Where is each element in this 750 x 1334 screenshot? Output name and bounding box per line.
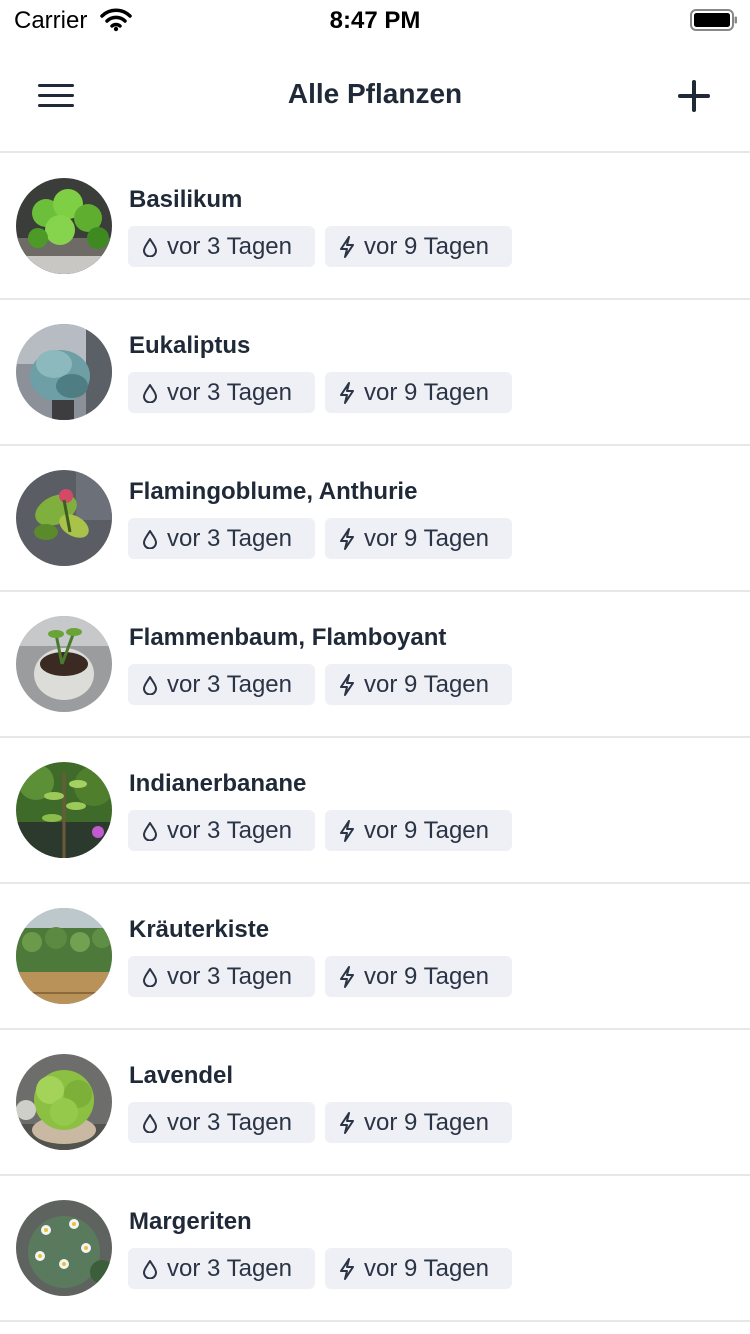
watered-tag: vor 3 Tagen	[128, 956, 315, 997]
fertilized-label: vor 9 Tagen	[364, 524, 489, 552]
plant-photo	[16, 1200, 112, 1296]
fertilized-label: vor 9 Tagen	[364, 962, 489, 990]
plant-name: Basilikum	[129, 186, 243, 213]
fertilized-tag: vor 9 Tagen	[325, 664, 512, 705]
navigation-bar: Alle Pflanzen	[0, 40, 750, 153]
lightning-bolt-icon	[340, 965, 354, 988]
fertilized-tag: vor 9 Tagen	[325, 956, 512, 997]
watered-tag: vor 3 Tagen	[128, 226, 315, 267]
watered-tag: vor 3 Tagen	[128, 372, 315, 413]
plant-row[interactable]: Flammenbaum, Flamboyant vor 3 Tagen vor …	[0, 592, 750, 738]
lightning-bolt-icon	[340, 527, 354, 550]
plant-name: Indianerbanane	[129, 770, 307, 797]
plant-photo	[16, 1054, 112, 1150]
lightning-bolt-icon	[340, 1111, 354, 1134]
water-drop-icon	[143, 383, 157, 403]
fertilized-label: vor 9 Tagen	[364, 816, 489, 844]
plant-name: Kräuterkiste	[129, 916, 270, 943]
plant-photo	[16, 470, 112, 566]
fertilized-label: vor 9 Tagen	[364, 232, 489, 260]
plant-row[interactable]: Flamingoblume, Anthurie vor 3 Tagen vor …	[0, 446, 750, 592]
watered-tag: vor 3 Tagen	[128, 1248, 315, 1289]
watered-label: vor 3 Tagen	[167, 962, 292, 990]
watered-tag: vor 3 Tagen	[128, 518, 315, 559]
lightning-bolt-icon	[340, 381, 354, 404]
plant-photo	[16, 762, 112, 858]
plant-row[interactable]: Eukaliptus vor 3 Tagen vor 9 Tagen	[0, 300, 750, 446]
plant-row[interactable]: Kräuterkiste vor 3 Tagen vor 9 Tagen	[0, 884, 750, 1030]
fertilized-tag: vor 9 Tagen	[325, 1248, 512, 1289]
plant-row[interactable]: Basilikum vor 3 Tagen vor 9 Tagen	[0, 154, 750, 300]
water-drop-icon	[143, 675, 157, 695]
lightning-bolt-icon	[340, 819, 354, 842]
lightning-bolt-icon	[340, 1257, 354, 1280]
plant-row[interactable]: Margeriten vor 3 Tagen vor 9 Tagen	[0, 1176, 750, 1322]
plant-name: Flammenbaum, Flamboyant	[129, 624, 447, 651]
watered-tag: vor 3 Tagen	[128, 1102, 315, 1143]
fertilized-label: vor 9 Tagen	[364, 1108, 489, 1136]
fertilized-label: vor 9 Tagen	[364, 1254, 489, 1282]
plant-list: Basilikum vor 3 Tagen vor 9 Tagen Eukali…	[0, 154, 750, 1322]
plant-name: Margeriten	[129, 1208, 252, 1235]
water-drop-icon	[143, 1113, 157, 1133]
water-drop-icon	[143, 967, 157, 987]
page-title: Alle Pflanzen	[287, 78, 463, 109]
fertilized-tag: vor 9 Tagen	[325, 226, 512, 267]
status-bar: Carrier 8:47 PM	[0, 0, 750, 40]
plant-row[interactable]: Lavendel vor 3 Tagen vor 9 Tagen	[0, 1030, 750, 1176]
plant-name: Eukaliptus	[129, 332, 251, 359]
plant-photo	[16, 908, 112, 1004]
watered-label: vor 3 Tagen	[167, 816, 292, 844]
watered-label: vor 3 Tagen	[167, 524, 292, 552]
fertilized-tag: vor 9 Tagen	[325, 1102, 512, 1143]
fertilized-tag: vor 9 Tagen	[325, 810, 512, 851]
water-drop-icon	[143, 821, 157, 841]
watered-tag: vor 3 Tagen	[128, 810, 315, 851]
plant-name: Lavendel	[129, 1062, 234, 1089]
watered-tag: vor 3 Tagen	[128, 664, 315, 705]
watered-label: vor 3 Tagen	[167, 1108, 292, 1136]
fertilized-tag: vor 9 Tagen	[325, 372, 512, 413]
status-time: 8:47 PM	[329, 7, 421, 34]
battery-icon	[690, 9, 737, 31]
watered-label: vor 3 Tagen	[167, 378, 292, 406]
watered-label: vor 3 Tagen	[167, 670, 292, 698]
plant-row[interactable]: Indianerbanane vor 3 Tagen vor 9 Tagen	[0, 738, 750, 884]
plant-photo	[16, 616, 112, 712]
fertilized-label: vor 9 Tagen	[364, 670, 489, 698]
add-plant-button[interactable]	[674, 76, 714, 116]
fertilized-tag: vor 9 Tagen	[325, 518, 512, 559]
plant-photo	[16, 178, 112, 274]
water-drop-icon	[143, 237, 157, 257]
fertilized-label: vor 9 Tagen	[364, 378, 489, 406]
water-drop-icon	[143, 1259, 157, 1279]
plant-photo	[16, 324, 112, 420]
plant-name: Flamingoblume, Anthurie	[129, 478, 418, 505]
water-drop-icon	[143, 529, 157, 549]
lightning-bolt-icon	[340, 235, 354, 258]
watered-label: vor 3 Tagen	[167, 232, 292, 260]
lightning-bolt-icon	[340, 673, 354, 696]
watered-label: vor 3 Tagen	[167, 1254, 292, 1282]
